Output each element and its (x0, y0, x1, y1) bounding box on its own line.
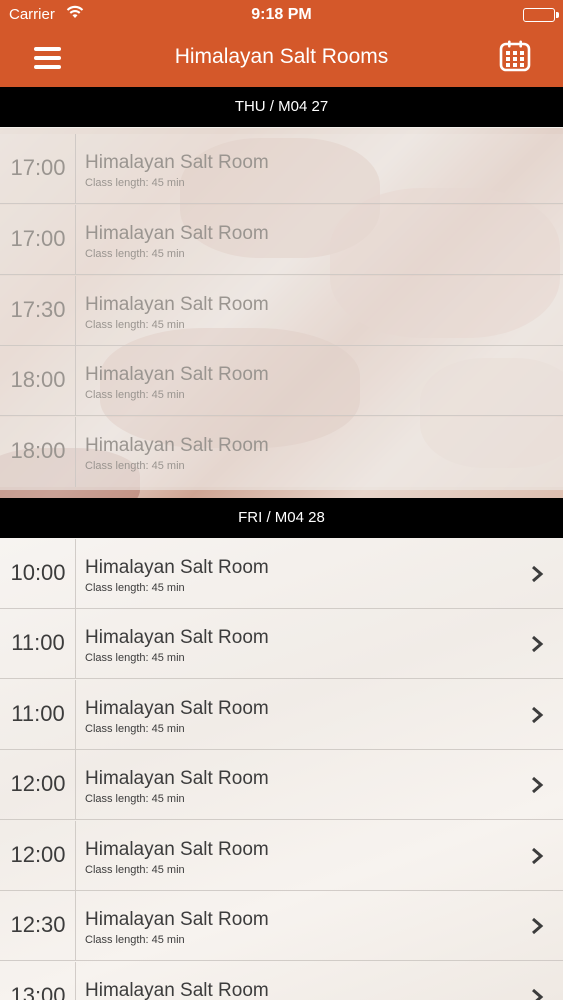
class-time: 12:30 (10, 912, 66, 937)
class-length: Class length: 45 min (85, 460, 185, 472)
class-name: Himalayan Salt Room (85, 627, 269, 648)
class-length: Class length: 45 min (85, 934, 185, 946)
class-length: Class length: 45 min (85, 389, 185, 401)
section-header-day-2: FRI / M04 28 (0, 498, 563, 538)
class-length: Class length: 45 min (85, 582, 185, 594)
class-time: 11:00 (11, 701, 65, 726)
calendar-button[interactable] (498, 39, 532, 73)
class-row[interactable]: 18:00 Himalayan Salt Room Class length: … (0, 417, 563, 487)
chevron-right-icon (532, 847, 544, 865)
class-name: Himalayan Salt Room (85, 294, 269, 315)
class-name: Himalayan Salt Room (85, 909, 269, 930)
page-title: Himalayan Salt Rooms (174, 45, 389, 68)
class-length: Class length: 45 min (85, 652, 185, 664)
class-length: Class length: 45 min (85, 248, 185, 260)
class-row[interactable]: 11:00 Himalayan Salt Room Class length: … (0, 680, 563, 750)
class-row[interactable]: 11:00 Himalayan Salt Room Class length: … (0, 609, 563, 679)
status-time: 9:18 PM (251, 6, 312, 23)
chevron-right-icon (532, 635, 544, 653)
class-length: Class length: 45 min (85, 177, 185, 189)
calendar-icon (499, 40, 531, 72)
class-time: 11:00 (11, 630, 65, 655)
class-name: Himalayan Salt Room (85, 980, 269, 1000)
class-row[interactable]: 18:00 Himalayan Salt Room Class length: … (0, 346, 563, 416)
class-length: Class length: 45 min (85, 319, 185, 331)
class-time: 17:00 (10, 155, 66, 180)
class-name: Himalayan Salt Room (85, 223, 269, 244)
class-row[interactable]: 12:30 Himalayan Salt Room Class length: … (0, 891, 563, 961)
chevron-right-icon (532, 565, 544, 583)
class-name: Himalayan Salt Room (85, 364, 269, 385)
chevron-right-icon (532, 776, 544, 794)
class-time: 10:00 (10, 560, 66, 585)
class-length: Class length: 45 min (85, 793, 185, 805)
class-row[interactable]: 13:00 Himalayan Salt Room (0, 962, 563, 1000)
class-time: 13:00 (10, 983, 66, 1000)
class-time: 12:00 (10, 842, 66, 867)
class-time: 17:30 (10, 297, 66, 322)
class-name: Himalayan Salt Room (85, 557, 269, 578)
class-length: Class length: 45 min (85, 723, 185, 735)
class-name: Himalayan Salt Room (85, 152, 269, 173)
chevron-right-icon (532, 917, 544, 935)
class-row[interactable]: 17:30 Himalayan Salt Room Class length: … (0, 276, 563, 346)
class-length: Class length: 45 min (85, 864, 185, 876)
class-row[interactable]: 17:00 Himalayan Salt Room Class length: … (0, 205, 563, 275)
class-name: Himalayan Salt Room (85, 839, 269, 860)
status-bar: Carrier 9:18 PM (0, 0, 563, 30)
class-row[interactable]: 12:00 Himalayan Salt Room Class length: … (0, 821, 563, 891)
class-name: Himalayan Salt Room (85, 768, 269, 789)
class-time: 17:00 (10, 226, 66, 251)
class-name: Himalayan Salt Room (85, 435, 269, 456)
class-row[interactable]: 17:00 Himalayan Salt Room Class length: … (0, 134, 563, 204)
class-row[interactable]: 10:00 Himalayan Salt Room Class length: … (0, 539, 563, 609)
chevron-right-icon (532, 988, 544, 1000)
battery-icon (523, 8, 559, 22)
class-time: 18:00 (10, 367, 66, 392)
class-time: 18:00 (10, 438, 66, 463)
class-time: 12:00 (10, 771, 66, 796)
chevron-right-icon (532, 706, 544, 724)
class-name: Himalayan Salt Room (85, 698, 269, 719)
section-header-day-1: THU / M04 27 (0, 87, 563, 127)
navigation-bar: Himalayan Salt Rooms (0, 30, 563, 87)
class-row[interactable]: 12:00 Himalayan Salt Room Class length: … (0, 750, 563, 820)
